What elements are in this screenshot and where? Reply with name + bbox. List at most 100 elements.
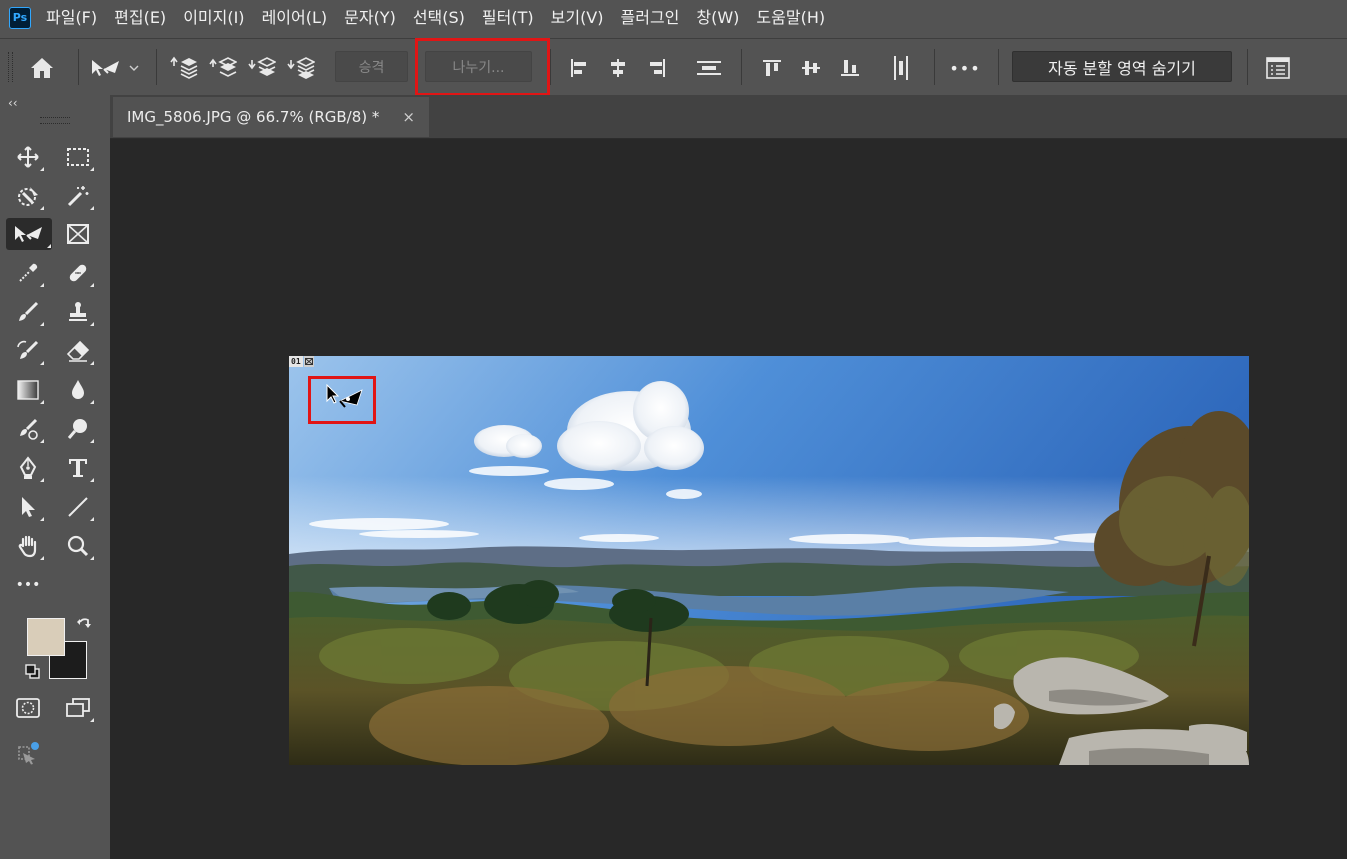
quick-mask-button[interactable] [11,692,45,724]
type-icon [69,459,87,477]
close-tab-button[interactable]: × [402,108,415,126]
clone-stamp-tool[interactable] [61,296,95,328]
align-horizontal-centers-button[interactable] [603,53,633,83]
collapse-panel-button[interactable]: ‹‹ [8,96,18,110]
dodge-burn-tool[interactable] [61,413,95,445]
type-tool[interactable] [61,452,95,484]
tools-panel-grip[interactable] [40,117,70,124]
brush-tool[interactable] [11,296,45,328]
send-backward-button[interactable] [247,53,277,83]
align-h-center-icon [611,59,625,77]
menu-file[interactable]: 파일(F) [40,0,103,38]
eyedropper-tool[interactable] [11,257,45,289]
chevron-down-icon [129,65,139,71]
menu-help[interactable]: 도움말(H) [750,0,831,38]
swap-arrow-icon [77,618,91,628]
align-top-edges-button[interactable] [757,53,787,83]
tools-panel: ‹‹ ••• [0,95,110,859]
menu-filter[interactable]: 필터(T) [476,0,540,38]
gradient-tool[interactable] [11,374,45,406]
distribute-horizontal-button[interactable] [886,53,916,83]
blur-tool[interactable] [61,374,95,406]
content-credentials-button[interactable] [11,737,45,769]
hand-icon [18,535,37,558]
distribute-vertical-button[interactable] [694,53,724,83]
send-backward-icon [248,57,276,76]
menu-type[interactable]: 문자(Y) [338,0,402,38]
document-image[interactable] [289,356,1249,765]
align-right-edges-button[interactable] [642,53,672,83]
options-bar-grip[interactable] [8,52,13,82]
zoom-tool[interactable] [61,530,95,562]
slice-options-button[interactable] [1263,53,1293,83]
menu-view[interactable]: 보기(V) [545,0,610,38]
history-brush-tool[interactable] [11,335,45,367]
promote-button[interactable]: 승격 [335,51,408,82]
document-tab[interactable]: IMG_5806.JPG @ 66.7% (RGB/8) * × [113,97,429,137]
menu-image[interactable]: 이미지(I) [177,0,250,38]
distribute-horizontal-icon [894,56,908,80]
menu-window[interactable]: 창(W) [690,0,745,38]
eyedropper-icon [19,263,38,282]
eraser-icon [66,340,90,362]
screen-mode-button[interactable] [61,692,95,724]
bring-to-front-icon [170,56,198,79]
main-menu: 파일(F) 편집(E) 이미지(I) 레이어(L) 문자(Y) 선택(S) 필터… [40,0,836,38]
align-right-icon [650,59,665,77]
menu-bar: Ps 파일(F) 편집(E) 이미지(I) 레이어(L) 문자(Y) 선택(S)… [0,0,1347,38]
home-button[interactable] [27,53,57,83]
menu-plugins[interactable]: 플러그인 [615,0,686,38]
slice-type-icon [303,356,314,367]
edit-toolbar-button[interactable]: ••• [11,569,45,601]
bring-to-front-button[interactable] [169,53,199,83]
slice-select-icon [92,60,119,76]
panorama-photo [289,356,1249,765]
slice-options-icon [1266,57,1290,79]
align-left-edges-button[interactable] [564,53,594,83]
dodge-tool[interactable] [11,413,45,445]
magic-wand-tool[interactable] [61,180,95,212]
marquee-icon [67,148,89,166]
quick-mask-icon [16,698,40,718]
slice-select-icon [15,226,42,242]
dodge-icon [67,419,87,439]
eraser-tool[interactable] [61,335,95,367]
hide-auto-slices-button[interactable]: 자동 분할 영역 숨기기 [1012,51,1232,82]
highlight-box-divide [415,38,550,96]
path-selection-tool[interactable] [11,491,45,523]
menu-edit[interactable]: 편집(E) [108,0,172,38]
spot-healing-brush-tool[interactable] [61,257,95,289]
swap-colors-button[interactable] [76,616,94,638]
menu-select[interactable]: 선택(S) [407,0,471,38]
pen-icon [19,456,37,479]
rectangular-marquee-tool[interactable] [61,141,95,173]
bring-forward-button[interactable] [208,53,238,83]
send-to-back-button[interactable] [286,53,316,83]
tool-preset-dropdown[interactable] [123,53,145,83]
menu-layer[interactable]: 레이어(L) [256,0,334,38]
frame-tool[interactable] [61,218,95,250]
slice-select-tool-preset[interactable] [86,53,126,83]
photoshop-logo[interactable]: Ps [9,7,31,29]
move-tool[interactable] [11,141,45,173]
move-icon [17,146,39,168]
slice-select-tool[interactable] [6,218,52,250]
default-colors-button[interactable] [25,664,41,684]
brush-icon [19,301,39,321]
foreground-color-swatch[interactable] [27,618,65,656]
slice-number: 01 [289,356,303,367]
object-selection-tool[interactable] [11,180,45,212]
generative-icon [18,742,39,765]
align-bottom-icon [841,60,859,76]
align-v-center-icon [802,61,820,75]
hand-tool[interactable] [11,530,45,562]
highlight-box-cursor [308,376,376,424]
pen-tool[interactable] [11,452,45,484]
align-vertical-centers-button[interactable] [796,53,826,83]
more-options-button[interactable]: ••• [949,53,980,83]
align-bottom-edges-button[interactable] [835,53,865,83]
options-bar: 승격 나누기... ••• 자동 분할 영역 숨기기 [0,38,1347,96]
screen-mode-icon [66,698,90,717]
document-tab-title: IMG_5806.JPG @ 66.7% (RGB/8) * [127,108,380,126]
line-tool[interactable] [61,491,95,523]
